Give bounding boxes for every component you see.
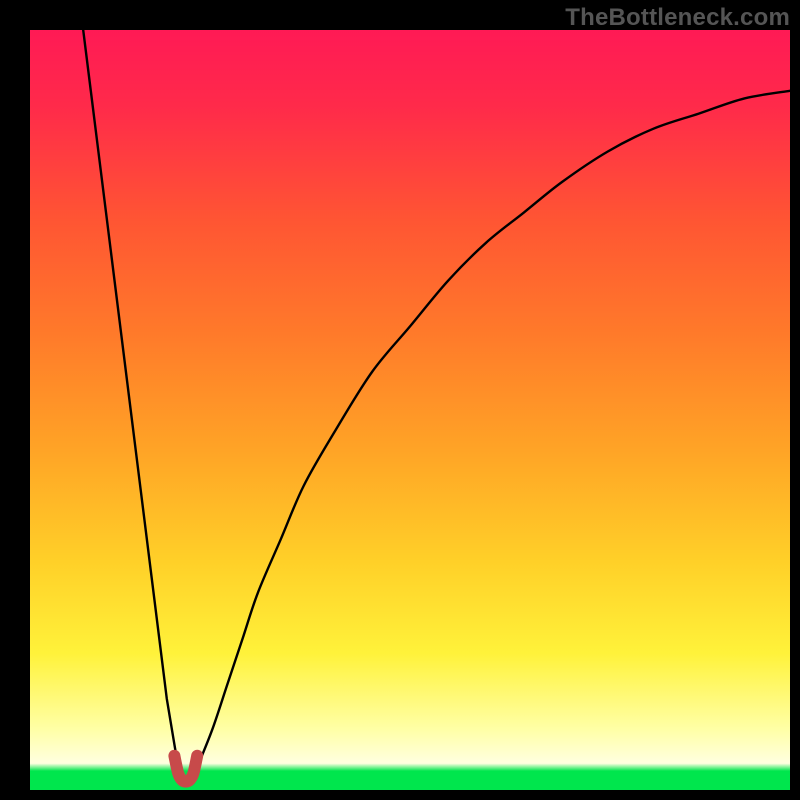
plot-area <box>30 30 790 790</box>
curve-left-branch <box>83 30 178 767</box>
watermark-label: TheBottleneck.com <box>565 4 790 32</box>
curve-right-branch <box>197 91 790 767</box>
chart-frame: TheBottleneck.com <box>0 0 800 800</box>
curve-cusp-segment <box>174 756 197 782</box>
curve-layer <box>30 30 790 790</box>
